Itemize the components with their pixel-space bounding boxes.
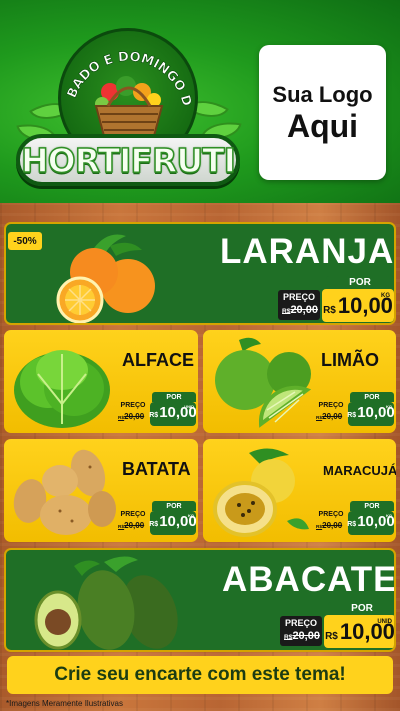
preco-label: PREÇO bbox=[120, 402, 146, 409]
currency: R$ bbox=[347, 412, 357, 419]
footnote: *Imagens Meramente Ilustrativas bbox=[6, 699, 123, 708]
unit: KG bbox=[386, 404, 392, 409]
por-label: POR bbox=[328, 602, 394, 615]
por-label: POR bbox=[326, 276, 394, 289]
price-tag: POR PREÇO R$20,00 R$ 10,00 KG bbox=[316, 501, 395, 537]
current-price-box: R$ 10,00 KG bbox=[322, 289, 394, 322]
currency: R$ bbox=[347, 521, 357, 528]
discount-badge: -50% bbox=[8, 232, 42, 250]
current-price-box: R$ 10,00 KG bbox=[347, 402, 395, 426]
product-name: LIMÃO bbox=[321, 350, 379, 370]
old-price: R$20,00 bbox=[316, 412, 342, 421]
price-tag: POR PREÇO R$20,00 R$ 10,00 UNID bbox=[278, 602, 394, 650]
price-tag: POR PREÇO R$20,00 R$ 10,00 KG bbox=[316, 392, 395, 428]
cta-banner[interactable]: Crie seu encarte com este tema! bbox=[7, 656, 393, 694]
preco-label: PREÇO bbox=[318, 402, 344, 409]
old-price-box: PREÇO R$20,00 bbox=[316, 511, 346, 533]
currency: R$ bbox=[323, 305, 336, 316]
preco-label: PREÇO bbox=[318, 511, 344, 518]
preco-label: PREÇO bbox=[120, 511, 146, 518]
header: SÁBADO E DOMINGO DO HORTIFRUTI Sua Logo … bbox=[0, 0, 400, 203]
old-price: R$20,00 bbox=[316, 521, 342, 530]
old-price-box: PREÇO R$20,00 bbox=[118, 511, 148, 533]
old-price: R$20,00 bbox=[284, 630, 320, 642]
old-price-box: PREÇO R$20,00 bbox=[316, 402, 346, 424]
price-tag: POR PREÇO R$20,00 R$ 10,00 KG bbox=[118, 501, 197, 537]
preco-label: PREÇO bbox=[282, 292, 315, 302]
por-label: POR bbox=[350, 501, 394, 511]
product-card-maracuja[interactable]: MARACUJÁ POR PREÇO R$20,00 R$ 10,00 KG bbox=[203, 439, 396, 542]
product-card-abacate[interactable]: ABACATE POR PREÇO R$20,00 R$ 10,00 UNID bbox=[4, 548, 396, 652]
fruit-basket-icon bbox=[94, 76, 164, 137]
product-card-alface[interactable]: ALFACE POR PREÇO R$20,00 R$ 10,00 UNID bbox=[4, 330, 198, 433]
current-price-box: R$ 10,00 UNID bbox=[324, 615, 394, 648]
old-value: 20,00 bbox=[124, 521, 145, 530]
product-card-limao[interactable]: LIMÃO POR PREÇO R$20,00 R$ 10,00 KG bbox=[203, 330, 396, 433]
old-value: 20,00 bbox=[322, 521, 343, 530]
logo-line-1: Sua Logo bbox=[272, 81, 373, 107]
por-label: POR bbox=[152, 501, 196, 511]
current-price-box: R$ 10,00 KG bbox=[149, 511, 197, 535]
avocado-icon bbox=[34, 556, 178, 650]
product-name: ALFACE bbox=[122, 350, 194, 370]
product-card-batata[interactable]: BATATA POR PREÇO R$20,00 R$ 10,00 KG bbox=[4, 439, 198, 542]
por-label: POR bbox=[350, 392, 394, 402]
old-price-box: PREÇO R$20,00 bbox=[278, 290, 320, 320]
old-price: R$20,00 bbox=[118, 412, 144, 421]
hortifruti-badge: SÁBADO E DOMINGO DO HORTIFRUTI bbox=[12, 22, 244, 194]
price-tag: POR PREÇO R$20,00 R$ 10,00 UNID bbox=[118, 392, 197, 428]
lime-icon bbox=[215, 337, 312, 428]
product-card-laranja[interactable]: LARANJA POR PREÇO R$20,00 R$ 10,00 KG bbox=[4, 222, 396, 325]
old-value: 20,00 bbox=[322, 412, 343, 421]
old-price: R$20,00 bbox=[282, 304, 318, 316]
orange-icon bbox=[56, 234, 155, 323]
old-price: R$20,00 bbox=[118, 521, 144, 530]
unit: KG bbox=[381, 293, 390, 299]
old-price-box: PREÇO R$20,00 bbox=[118, 402, 148, 424]
product-name: BATATA bbox=[122, 459, 191, 479]
old-value: 20,00 bbox=[290, 304, 318, 316]
lettuce-icon bbox=[14, 350, 110, 428]
price-tag: POR PREÇO R$20,00 R$ 10,00 KG bbox=[276, 276, 394, 323]
product-name: LARANJA bbox=[220, 232, 395, 271]
brand-banner: HORTIFRUTI bbox=[16, 134, 240, 186]
por-label: POR bbox=[152, 392, 196, 402]
potato-icon bbox=[13, 449, 116, 535]
current-price-box: R$ 10,00 KG bbox=[347, 511, 395, 535]
passion-fruit-icon bbox=[213, 448, 309, 537]
product-name: ABACATE bbox=[222, 560, 396, 599]
preco-label: PREÇO bbox=[284, 618, 317, 628]
unit: KG bbox=[386, 513, 392, 518]
unit: KG bbox=[188, 513, 194, 518]
logo-line-2: Aqui bbox=[286, 107, 359, 144]
old-price-box: PREÇO R$20,00 bbox=[280, 616, 322, 646]
unit: UNID bbox=[377, 619, 392, 625]
logo-placeholder[interactable]: Sua Logo Aqui bbox=[259, 45, 386, 180]
currency: R$ bbox=[325, 631, 338, 642]
old-value: 20,00 bbox=[124, 412, 145, 421]
old-value: 20,00 bbox=[292, 630, 320, 642]
unit: UNID bbox=[184, 404, 194, 409]
current-price-box: R$ 10,00 UNID bbox=[149, 402, 197, 426]
product-name: MARACUJÁ bbox=[323, 463, 396, 478]
currency: R$ bbox=[149, 521, 159, 528]
brand-title: HORTIFRUTI bbox=[20, 140, 236, 181]
currency: R$ bbox=[149, 412, 159, 419]
